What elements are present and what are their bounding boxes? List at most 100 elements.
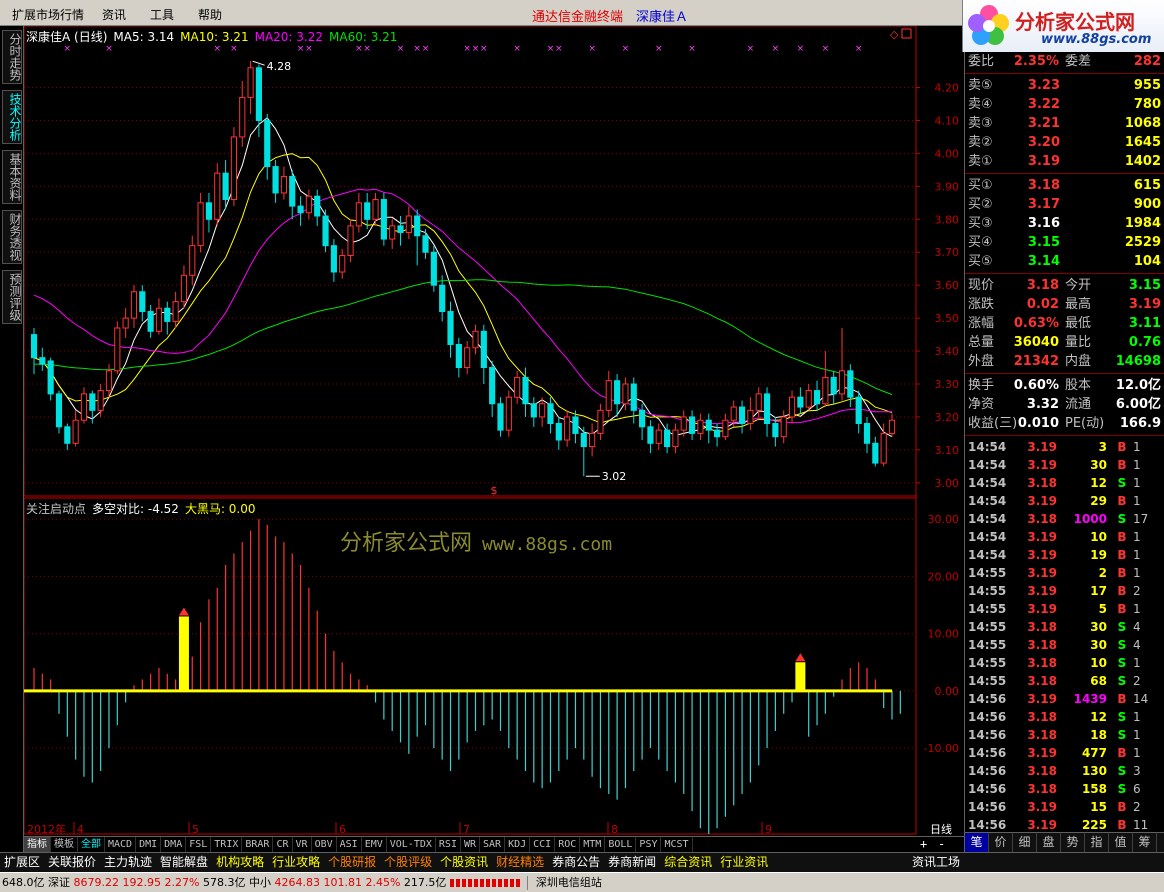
ratio-value: 2.35% — [1013, 54, 1059, 69]
info-tab[interactable]: 行业资讯 — [716, 853, 772, 872]
indicator-tab[interactable]: BOLL — [605, 837, 637, 852]
indicator-tab[interactable]: RSI — [436, 837, 461, 852]
indicator-tab[interactable]: FSL — [186, 837, 212, 852]
quote-tab[interactable]: 筹 — [1133, 833, 1157, 852]
quote-tab[interactable]: 势 — [1061, 833, 1085, 852]
tab-finance[interactable]: 财务透视 — [2, 210, 22, 264]
stat-row: 现价 3.18 今开 3.15 — [965, 276, 1164, 295]
indicator-tab[interactable]: EMV — [362, 837, 387, 852]
tab-profile[interactable]: 基本资料 — [2, 150, 22, 204]
info-tab[interactable]: 机构攻略 — [212, 853, 268, 872]
menu-tools[interactable]: 工具 — [150, 6, 174, 23]
tick-count: 6 — [1133, 782, 1141, 796]
indicator-tab[interactable]: KDJ — [505, 837, 531, 852]
indicator-tab[interactable]: BRAR — [242, 837, 274, 852]
quote-tab[interactable]: 细 — [1013, 833, 1037, 852]
tab-technical[interactable]: 技术分析 — [2, 90, 22, 144]
menu-help[interactable]: 帮助 — [198, 6, 222, 23]
quote-tab[interactable]: 笔 — [965, 833, 989, 852]
info-tab[interactable]: 券商公告 — [548, 853, 604, 872]
candle-body-down — [547, 403, 554, 425]
quote-tab[interactable]: 值 — [1109, 833, 1133, 852]
bid-row[interactable]: 买⑤ 3.14 104 — [965, 252, 1164, 271]
indicator-tab[interactable]: MCST — [661, 837, 693, 852]
kline-chart[interactable]: 4.20 4.10 4.00 3.90 3.80 3.70 3.60 3.50 3.40 3.30… — [24, 26, 964, 836]
tick-side: S — [1117, 728, 1127, 742]
signal-x-marker: × — [397, 44, 405, 54]
zoom-in-button[interactable]: + — [920, 837, 927, 852]
indicator-tab[interactable]: TRIX — [211, 837, 243, 852]
info-tab[interactable]: 关联报价 — [44, 853, 100, 872]
tick-time: 14:55 — [968, 656, 1007, 670]
ask-row[interactable]: 卖④ 3.22 780 — [965, 95, 1164, 114]
candle-body-down — [872, 442, 879, 464]
quote-tab[interactable]: 盘 — [1037, 833, 1061, 852]
info-tab[interactable]: 主力轨迹 — [100, 853, 156, 872]
indicator-tab[interactable]: VR — [293, 837, 312, 852]
indicator-tab[interactable]: ASI — [337, 837, 362, 852]
ask-row[interactable]: 卖② 3.20 1645 — [965, 133, 1164, 152]
indicator-tab[interactable]: CCI — [530, 837, 556, 852]
info-tab[interactable]: 个股资讯 — [436, 853, 492, 872]
candle-body-down — [639, 409, 646, 428]
indicator-tab[interactable]: CR — [273, 837, 293, 852]
bid-row[interactable]: 买② 3.17 900 — [965, 195, 1164, 214]
bid-row[interactable]: 买③ 3.16 1984 — [965, 214, 1164, 233]
indicator-tab[interactable]: 模板 — [51, 837, 78, 852]
tick-count: 3 — [1133, 764, 1141, 778]
info-tab[interactable]: 个股研报 — [324, 853, 380, 872]
candle-body-down — [314, 195, 321, 217]
bid-row[interactable]: 买① 3.18 615 — [965, 176, 1164, 195]
info-tab[interactable]: 扩展区 — [0, 853, 44, 872]
info-workshop-tab[interactable]: 资讯工场 — [908, 853, 964, 872]
indicator-tab[interactable]: 指标 — [24, 837, 51, 852]
quote-tab[interactable]: 指 — [1085, 833, 1109, 852]
tick-row: 14:55 3.18 30 S 4 — [965, 618, 1164, 636]
ask-row[interactable]: 卖⑤ 3.23 955 — [965, 76, 1164, 95]
indicator-tab[interactable]: OBV — [312, 837, 337, 852]
info-tab[interactable]: 券商新闻 — [604, 853, 660, 872]
indicator-tab[interactable]: SAR — [480, 837, 506, 852]
x-tick-label: 7 — [463, 823, 470, 836]
tick-side: S — [1117, 620, 1127, 634]
ask-volume: 780 — [1133, 97, 1161, 112]
separator — [965, 73, 1164, 74]
indicator-tab[interactable]: VOL-TDX — [387, 837, 436, 852]
indicator-tab[interactable]: DMA — [161, 837, 187, 852]
fund-value: 0.010 — [1017, 416, 1059, 431]
indicator-tab[interactable]: MTM — [580, 837, 606, 852]
info-tab[interactable]: 综合资讯 — [660, 853, 716, 872]
info-tab[interactable]: 个股评级 — [380, 853, 436, 872]
info-tab[interactable]: 智能解盘 — [156, 853, 212, 872]
tab-forecast[interactable]: 预测评级 — [2, 270, 22, 324]
tick-price: 3.18 — [1027, 674, 1057, 688]
menu-news[interactable]: 资讯 — [102, 6, 126, 23]
candle-body-down — [738, 406, 746, 425]
ask-row[interactable]: 卖③ 3.21 1068 — [965, 114, 1164, 133]
tab-intraday[interactable]: 分时走势 — [2, 30, 22, 84]
bid-price: 3.14 — [1027, 254, 1060, 269]
bid-row[interactable]: 买④ 3.15 2529 — [965, 233, 1164, 252]
tick-time: 14:55 — [968, 674, 1007, 688]
info-tab[interactable]: 财经精选 — [492, 853, 548, 872]
status-sz-pct: 2.27% — [164, 876, 200, 889]
tick-count: 1 — [1133, 476, 1141, 490]
ask-label: 卖① — [968, 154, 993, 169]
indicator-tab[interactable]: WR — [461, 837, 481, 852]
tick-price: 3.19 — [1027, 440, 1057, 454]
indicator-tab[interactable]: 全部 — [78, 837, 105, 852]
indicator-tab[interactable]: MACD — [105, 837, 137, 852]
indicator-tab[interactable]: PSY — [636, 837, 662, 852]
quote-tab[interactable]: 价 — [989, 833, 1013, 852]
info-tab[interactable]: 行业攻略 — [268, 853, 324, 872]
ask-price: 3.21 — [1027, 116, 1060, 131]
indicator-tab[interactable]: DMI — [136, 837, 162, 852]
zoom-out-button[interactable]: - — [938, 837, 945, 852]
signal-x-marker: × — [513, 44, 521, 54]
menu-market[interactable]: 扩展市场行情 — [12, 6, 84, 23]
price-tick-label: 4.00 — [935, 147, 960, 160]
signal-x-marker: × — [855, 44, 863, 54]
candle-body-up — [822, 376, 829, 405]
indicator-tab[interactable]: ROC — [555, 837, 581, 852]
ask-row[interactable]: 卖① 3.19 1402 — [965, 152, 1164, 171]
